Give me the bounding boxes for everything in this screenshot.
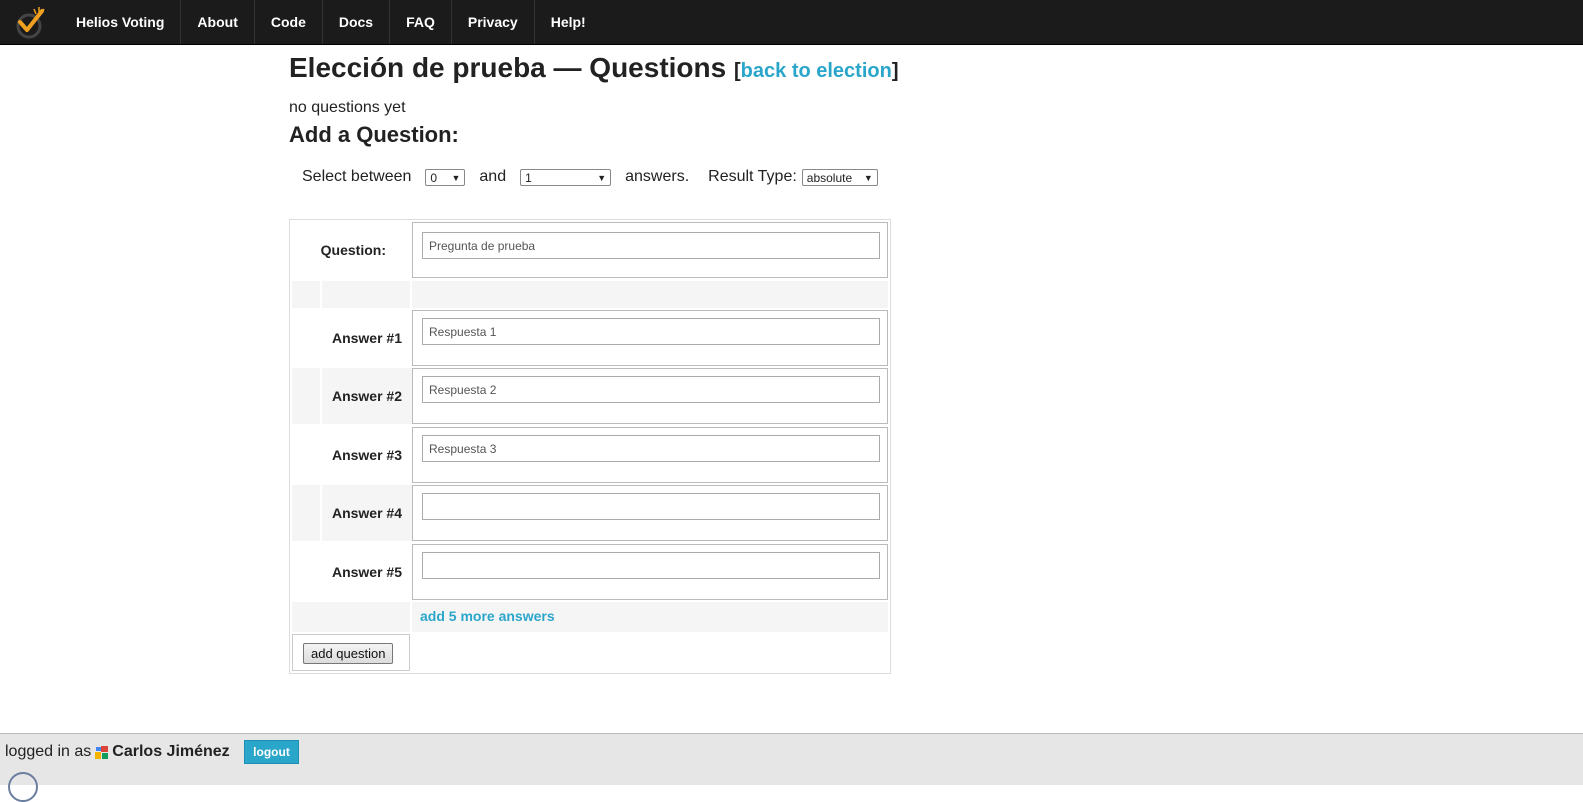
answer-4-label: Answer #4 bbox=[331, 505, 402, 521]
result-type-value: absolute bbox=[806, 170, 853, 185]
result-type-select[interactable]: absolute ▼ bbox=[801, 168, 878, 186]
answer-5-cell bbox=[412, 544, 888, 600]
answer-2-cell bbox=[412, 368, 888, 424]
column-divider bbox=[410, 281, 412, 308]
answer-1-cell bbox=[412, 310, 888, 366]
nav-about-link[interactable]: About bbox=[181, 0, 255, 44]
main-content: Elección de prueba — Questions [back to … bbox=[289, 44, 989, 674]
min-answers-select[interactable]: 0 ▼ bbox=[425, 168, 466, 186]
google-icon bbox=[95, 745, 109, 759]
result-type-label: Result Type: bbox=[708, 168, 797, 185]
page-title-text: Elección de prueba — Questions bbox=[289, 52, 727, 83]
question-row: Question: bbox=[292, 222, 888, 278]
submit-row: add question bbox=[292, 634, 888, 671]
nav-brand-link[interactable]: Helios Voting bbox=[60, 0, 182, 44]
answer-row-2: Answer #2 bbox=[292, 368, 888, 424]
back-to-election-link[interactable]: back to election bbox=[741, 60, 892, 82]
nav-privacy-link[interactable]: Privacy bbox=[452, 0, 535, 44]
answer-1-label: Answer #1 bbox=[331, 330, 402, 346]
and-label: and bbox=[479, 168, 507, 185]
answer-4-input[interactable] bbox=[422, 493, 880, 520]
select-between-label: Select between bbox=[302, 168, 412, 185]
answer-row-3: Answer #3 bbox=[292, 427, 888, 483]
chevron-down-icon: ▼ bbox=[451, 172, 461, 183]
answer-4-cell bbox=[412, 485, 888, 541]
back-link-open-bracket: [ bbox=[734, 60, 741, 82]
question-input[interactable] bbox=[422, 232, 880, 259]
logged-in-as-text: logged in as bbox=[5, 743, 92, 760]
answer-2-label: Answer #2 bbox=[331, 388, 402, 404]
min-answers-value: 0 bbox=[430, 170, 438, 185]
spacer-row bbox=[292, 281, 888, 308]
max-answers-value: 1 bbox=[525, 170, 532, 185]
nav-docs-link[interactable]: Docs bbox=[323, 0, 391, 44]
answer-1-input[interactable] bbox=[422, 318, 880, 345]
helios-logo-icon[interactable] bbox=[12, 5, 48, 39]
add-more-answers-link[interactable]: add 5 more answers bbox=[420, 608, 555, 624]
question-label: Question: bbox=[320, 242, 386, 258]
answer-2-input[interactable] bbox=[422, 376, 880, 403]
answer-5-label: Answer #5 bbox=[331, 564, 402, 580]
seal-icon bbox=[8, 772, 38, 802]
answer-3-cell bbox=[412, 427, 888, 483]
nav-code-link[interactable]: Code bbox=[255, 0, 323, 44]
back-link-close-bracket: ] bbox=[891, 60, 899, 82]
answer-selection-row: Select between 0 ▼ and 1 ▼ answers. Resu… bbox=[302, 166, 892, 188]
answer-3-label: Answer #3 bbox=[331, 447, 402, 463]
add-question-heading: Add a Question: bbox=[289, 122, 459, 147]
question-form: Question: Answer #1 Answer #2 Answer # bbox=[289, 219, 891, 674]
footer-bar: logged in as Carlos Jiménez logout bbox=[0, 733, 1583, 802]
submit-cell: add question bbox=[292, 634, 410, 671]
answer-row-4: Answer #4 bbox=[292, 485, 888, 541]
question-input-cell bbox=[412, 222, 888, 278]
logout-button[interactable]: logout bbox=[244, 740, 299, 764]
max-answers-select[interactable]: 1 ▼ bbox=[520, 168, 612, 186]
page-title: Elección de prueba — Questions [back to … bbox=[289, 51, 989, 88]
login-status: logged in as Carlos Jiménez bbox=[5, 743, 230, 761]
top-navbar: Helios Voting About Code Docs FAQ Privac… bbox=[0, 0, 1583, 45]
add-more-row: add 5 more answers bbox=[292, 602, 888, 632]
main-nav: Helios Voting About Code Docs FAQ Privac… bbox=[60, 0, 602, 44]
column-divider bbox=[320, 281, 322, 308]
chevron-down-icon: ▼ bbox=[597, 172, 607, 183]
add-question-button[interactable]: add question bbox=[303, 643, 394, 664]
no-questions-text: no questions yet bbox=[289, 99, 406, 116]
column-divider bbox=[410, 602, 412, 632]
chevron-down-icon: ▼ bbox=[863, 172, 873, 183]
nav-faq-link[interactable]: FAQ bbox=[390, 0, 452, 44]
answer-5-input[interactable] bbox=[422, 552, 880, 579]
user-name: Carlos Jiménez bbox=[112, 743, 230, 760]
answer-row-5: Answer #5 bbox=[292, 544, 888, 600]
answer-3-input[interactable] bbox=[422, 435, 880, 462]
answer-row-1: Answer #1 bbox=[292, 310, 888, 366]
answers-label: answers. bbox=[625, 168, 690, 185]
nav-help-link[interactable]: Help! bbox=[535, 0, 602, 44]
